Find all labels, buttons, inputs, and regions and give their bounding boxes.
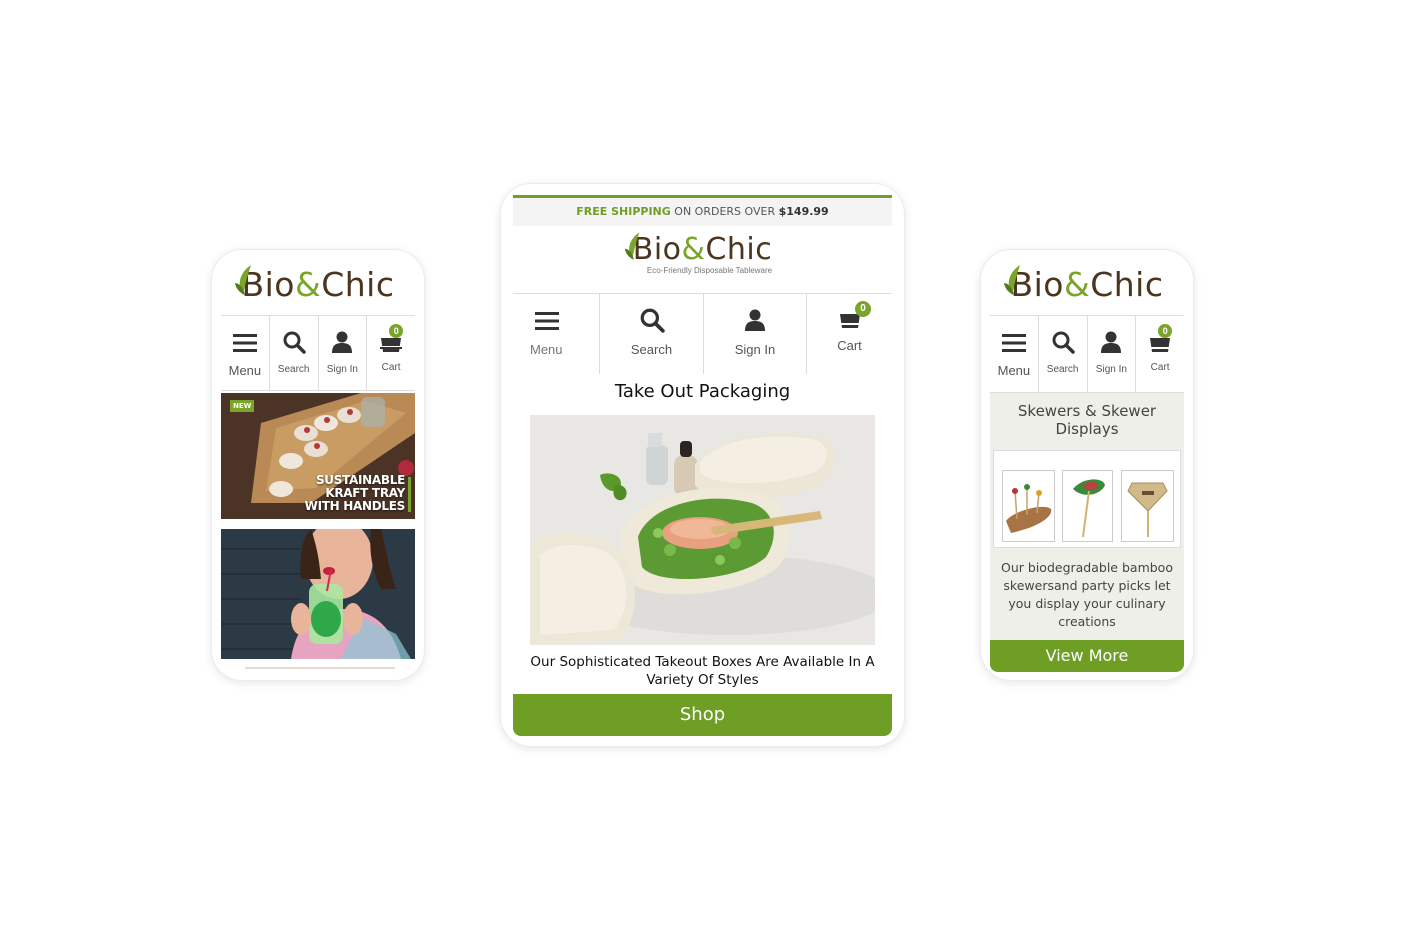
nav-cart[interactable]: 0 Cart xyxy=(807,294,892,374)
skewers-product-strip[interactable] xyxy=(993,450,1181,548)
shipping-bar: FREE SHIPPING ON ORDERS OVER $149.99 xyxy=(513,198,892,226)
banner-kraft-tray[interactable]: NEW SUSTAINABLE KRAFT TRAY WITH HANDLES xyxy=(221,393,415,519)
takeout-hero-image[interactable] xyxy=(530,415,875,645)
banner-drink[interactable] xyxy=(221,529,415,659)
nav-signin[interactable]: Sign In xyxy=(704,294,807,374)
user-icon xyxy=(332,331,353,353)
shipping-highlight: FREE SHIPPING xyxy=(576,205,671,218)
leaf-icon xyxy=(624,232,640,260)
shipping-middle: ON ORDERS OVER xyxy=(674,205,776,218)
nav-signin[interactable]: Sign In xyxy=(319,316,368,390)
category-title: Take Out Packaging xyxy=(614,381,791,402)
nav-cart[interactable]: 0 Cart xyxy=(367,316,415,390)
caption-accent-bar xyxy=(408,477,411,512)
takeout-boxes-image xyxy=(530,415,875,645)
banner-caption: SUSTAINABLE KRAFT TRAY WITH HANDLES xyxy=(304,474,406,513)
phone-left-screen: Bio&Chic Menu Search Sign In 0 Cart NEW … xyxy=(221,259,415,669)
nav-signin-label: Sign In xyxy=(1095,364,1127,375)
nav-search[interactable]: Search xyxy=(1039,316,1088,392)
nav-menu[interactable]: Menu xyxy=(221,316,270,390)
logo-name-chic: Chic xyxy=(705,232,773,267)
shipping-amount: $149.99 xyxy=(778,205,829,218)
nav-cart-label: Cart xyxy=(837,338,862,353)
nav-signin-label: Sign In xyxy=(734,342,776,357)
header-nav: Menu Search Sign In 0 Cart xyxy=(221,315,415,391)
product-thumb-1[interactable] xyxy=(1002,470,1055,542)
nav-menu-label: Menu xyxy=(228,363,262,378)
brand-logo[interactable]: Bio&Chic Eco-Friendly Disposable Tablewa… xyxy=(513,232,892,275)
nav-menu-label: Menu xyxy=(997,363,1031,378)
brand-logo[interactable]: Bio&Chic xyxy=(221,265,415,304)
product-thumb-3[interactable] xyxy=(1121,470,1174,542)
header-nav: Menu Search Sign In 0 Cart xyxy=(513,293,892,374)
user-icon xyxy=(745,309,765,331)
search-icon xyxy=(283,331,306,354)
nav-signin[interactable]: Sign In xyxy=(1088,316,1137,392)
nav-cart[interactable]: 0 Cart xyxy=(1136,316,1184,392)
nav-cart-label: Cart xyxy=(1150,362,1170,373)
nav-menu[interactable]: Menu xyxy=(990,316,1039,392)
drink-image xyxy=(221,529,415,659)
banner-caption-line3: WITH HANDLES xyxy=(304,499,406,513)
nav-search[interactable]: Search xyxy=(270,316,319,390)
phone-right-screen: Bio&Chic Menu Search Sign In 0 Cart Skew… xyxy=(990,259,1184,673)
logo-name-amp: & xyxy=(294,265,322,304)
skewer-display-image xyxy=(1006,484,1052,533)
nav-search-label: Search xyxy=(1046,364,1079,375)
cart-count-badge: 0 xyxy=(855,301,871,317)
shop-button[interactable]: Shop xyxy=(513,694,892,736)
leaf-icon xyxy=(1004,265,1021,295)
nav-menu[interactable]: Menu xyxy=(513,294,600,374)
nav-cart-label: Cart xyxy=(381,362,401,373)
logo-name-chic: Chic xyxy=(1090,265,1164,304)
hamburger-icon xyxy=(535,312,559,330)
phone-right: Bio&Chic Menu Search Sign In 0 Cart Skew… xyxy=(981,250,1193,680)
phone-center-screen: FREE SHIPPING ON ORDERS OVER $149.99 Bio… xyxy=(513,195,892,737)
nav-search-label: Search xyxy=(277,364,310,375)
new-badge: NEW xyxy=(230,400,255,412)
phone-left: Bio&Chic Menu Search Sign In 0 Cart NEW … xyxy=(212,250,424,680)
view-more-button[interactable]: View More xyxy=(990,640,1184,672)
nav-signin-label: Sign In xyxy=(326,364,358,375)
nav-search[interactable]: Search xyxy=(600,294,704,374)
category-description: Our Sophisticated Takeout Boxes Are Avai… xyxy=(530,654,875,688)
scroll-hint-strip xyxy=(245,667,395,669)
brand-tagline: Eco-Friendly Disposable Tableware xyxy=(646,266,773,275)
leaf-pick-image xyxy=(1073,479,1105,538)
logo-name-chic: Chic xyxy=(321,265,395,304)
skewers-title: Skewers & Skewer Displays xyxy=(1017,402,1157,438)
brand-logo[interactable]: Bio&Chic xyxy=(990,265,1184,304)
header-nav: Menu Search Sign In 0 Cart xyxy=(990,315,1184,393)
skewers-description: Our biodegradable bamboo skewersand part… xyxy=(1001,560,1173,629)
nav-search-label: Search xyxy=(630,342,673,357)
user-icon xyxy=(1101,331,1122,353)
hamburger-icon xyxy=(1001,334,1026,352)
phone-center: FREE SHIPPING ON ORDERS OVER $149.99 Bio… xyxy=(501,184,904,746)
search-icon xyxy=(1052,331,1075,354)
logo-name-amp: & xyxy=(681,232,706,267)
product-thumb-2[interactable] xyxy=(1062,470,1113,542)
bamboo-sign-pick-image xyxy=(1127,482,1168,537)
logo-name-amp: & xyxy=(1063,265,1091,304)
skewers-section: Skewers & Skewer Displays Our biodegrada… xyxy=(990,393,1184,641)
leaf-icon xyxy=(235,265,252,295)
hamburger-icon xyxy=(232,334,257,352)
nav-menu-label: Menu xyxy=(530,342,563,357)
search-icon xyxy=(640,308,665,333)
